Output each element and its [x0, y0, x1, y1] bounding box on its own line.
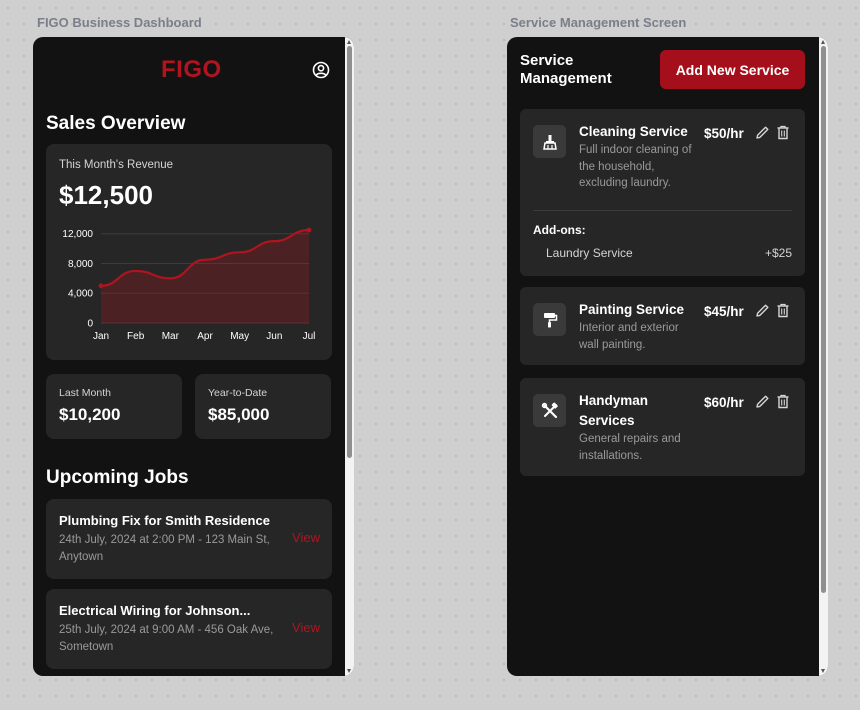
service-screen: Service Management Add New Service Clean… — [507, 37, 828, 676]
x-tick-label: Jun — [266, 331, 282, 342]
edit-pencil-icon[interactable] — [755, 303, 770, 318]
y-tick-label: 4,000 — [68, 289, 93, 300]
ytd-value: $85,000 — [208, 405, 270, 424]
service-card-handyman: Handyman Services General repairs and in… — [520, 378, 805, 476]
edit-pencil-icon[interactable] — [755, 125, 770, 140]
service-name: Handyman Services — [579, 391, 648, 431]
title-line: Management — [520, 70, 612, 87]
service-card-painting: Painting Service Interior and exterior w… — [520, 287, 805, 365]
service-name-line: Handyman — [579, 393, 649, 408]
y-tick-label: 12,000 — [62, 229, 93, 240]
scroll-thumb[interactable] — [347, 46, 352, 458]
addon-name: Laundry Service — [546, 246, 633, 260]
delete-trash-icon[interactable] — [776, 394, 790, 409]
service-name: Painting Service — [579, 300, 684, 320]
user-circle-icon[interactable] — [312, 61, 330, 79]
service-desc-line: Full indoor cleaning of — [579, 144, 692, 156]
dashboard-scrollbar[interactable] — [345, 37, 354, 676]
service-desc-line: installations. — [579, 449, 643, 462]
y-tick-label: 8,000 — [68, 259, 93, 270]
service-name-line: Painting Service — [579, 302, 685, 317]
card-divider — [533, 210, 792, 211]
sales-overview-title: Sales Overview — [46, 113, 186, 134]
last-month-card: Last Month $10,200 — [46, 374, 182, 439]
edit-pencil-icon[interactable] — [755, 394, 770, 409]
revenue-label: This Month's Revenue — [59, 159, 174, 171]
x-tick-label: Apr — [197, 331, 213, 342]
service-description: Interior and exterior wall painting. — [579, 320, 679, 353]
delete-trash-icon[interactable] — [776, 303, 790, 318]
service-card-cleaning: Cleaning Service Full indoor cleaning of… — [520, 109, 805, 276]
service-scrollbar[interactable] — [819, 37, 828, 676]
last-month-label: Last Month — [59, 387, 111, 399]
upcoming-jobs-title: Upcoming Jobs — [46, 467, 189, 488]
revenue-value: $12,500 — [59, 180, 153, 210]
job-title: Plumbing Fix for Smith Residence — [59, 513, 270, 528]
service-price: $60/hr — [704, 395, 744, 410]
service-name: Cleaning Service — [579, 122, 688, 142]
scroll-thumb[interactable] — [821, 46, 826, 593]
service-price: $50/hr — [704, 126, 744, 141]
service-management-title: Service Management — [520, 52, 612, 88]
service-description: General repairs and installations. — [579, 431, 681, 464]
broom-icon — [542, 134, 557, 150]
job-details: 24th July, 2024 at 2:00 PM - 123 Main St… — [59, 534, 270, 563]
x-tick-label: Jul — [303, 331, 316, 342]
view-job-link[interactable]: View — [292, 530, 320, 545]
service-price: $45/hr — [704, 304, 744, 319]
service-desc-line: Interior and exterior — [579, 322, 679, 334]
service-description: Full indoor cleaning of the household, e… — [579, 142, 692, 192]
service-desc-line: the household, — [579, 160, 655, 173]
job-title: Electrical Wiring for Johnson... — [59, 603, 251, 618]
add-new-service-button[interactable]: Add New Service — [660, 50, 805, 89]
addons-label: Add-ons: — [533, 223, 586, 237]
figo-logo: FIGO — [161, 56, 222, 83]
x-tick-label: May — [230, 331, 249, 342]
service-icon-box — [533, 125, 566, 158]
dashboard-frame-label: FIGO Business Dashboard — [37, 15, 202, 30]
scroll-up-arrow-icon[interactable] — [821, 40, 825, 44]
title-line: Service — [520, 52, 574, 69]
paint-roller-icon — [543, 312, 557, 327]
dashboard-screen: FIGO Sales Overview This Month's Revenue… — [33, 37, 354, 676]
service-desc-line: wall painting. — [579, 338, 646, 351]
x-tick-label: Feb — [127, 331, 145, 342]
x-tick-label: Jan — [93, 331, 109, 342]
x-tick-label: Mar — [162, 331, 180, 342]
scroll-up-arrow-icon[interactable] — [347, 40, 351, 44]
y-tick-label: 0 — [87, 319, 93, 330]
view-job-link[interactable]: View — [292, 620, 320, 635]
job-card[interactable]: Electrical Wiring for Johnson... 25th Ju… — [46, 589, 332, 669]
ytd-label: Year-to-Date — [208, 387, 268, 399]
scroll-down-arrow-icon[interactable] — [347, 669, 351, 673]
revenue-card: This Month's Revenue $12,500 0 4,000 8,000… — [46, 144, 332, 360]
service-desc-line: General repairs and — [579, 433, 681, 445]
addon-price: +$25 — [764, 246, 792, 260]
service-icon-box — [533, 394, 566, 427]
service-name-line: Services — [579, 413, 635, 428]
last-month-value: $10,200 — [59, 405, 121, 424]
data-point — [306, 227, 312, 233]
sales-chart: 0 4,000 8,000 12,000 Jan Feb Mar Apr May Jun Jul — [62, 227, 316, 342]
tools-icon — [541, 402, 558, 418]
service-icon-box — [533, 303, 566, 336]
scroll-down-arrow-icon[interactable] — [821, 669, 825, 673]
service-frame-label: Service Management Screen — [510, 15, 687, 30]
job-card[interactable]: Plumbing Fix for Smith Residence 24th Ju… — [46, 499, 332, 579]
data-point — [98, 283, 104, 289]
job-details: 25th July, 2024 at 9:00 AM - 456 Oak Ave… — [59, 624, 274, 653]
ytd-card: Year-to-Date $85,000 — [195, 374, 331, 439]
area-fill — [101, 230, 309, 323]
service-name-line: Cleaning Service — [579, 124, 688, 139]
delete-trash-icon[interactable] — [776, 125, 790, 140]
service-desc-line: excluding laundry. — [579, 177, 671, 189]
